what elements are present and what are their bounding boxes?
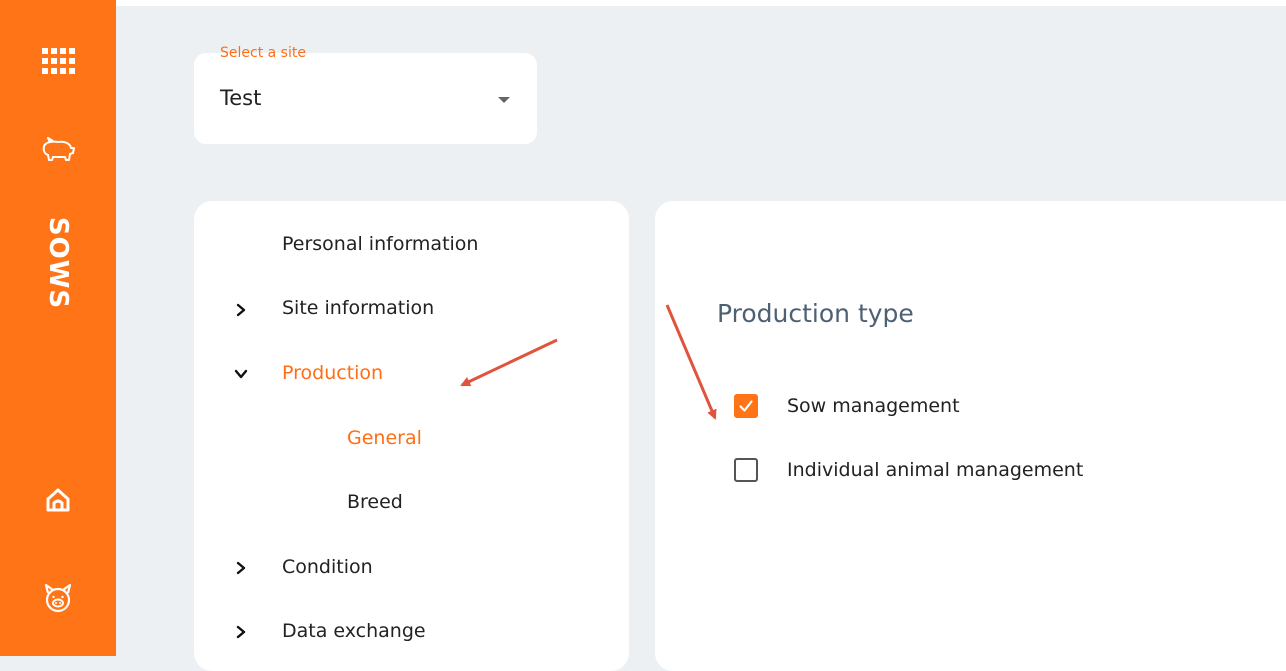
pig-outline-icon[interactable] — [40, 136, 76, 168]
site-select-label: Select a site — [220, 45, 306, 61]
chevron-right-icon[interactable] — [234, 561, 248, 575]
checkbox-checked-icon[interactable] — [734, 394, 758, 418]
home-icon[interactable] — [45, 487, 71, 513]
checkbox-individual-animal-management[interactable]: Individual animal management — [734, 458, 1083, 482]
nav-item-data-exchange[interactable]: Data exchange — [282, 620, 426, 642]
chevron-down-icon[interactable] — [234, 367, 248, 381]
brand-name: SOWS — [43, 216, 73, 310]
chevron-down-icon[interactable] — [498, 97, 510, 103]
app-sidebar: SOWS — [0, 0, 116, 656]
section-title: Production type — [717, 299, 914, 328]
nav-subitem-general[interactable]: General — [347, 427, 422, 449]
site-select[interactable]: Select a site Test — [194, 45, 537, 144]
checkbox-label: Sow management — [787, 395, 960, 417]
nav-item-condition[interactable]: Condition — [282, 556, 373, 578]
checkbox-label: Individual animal management — [787, 459, 1084, 481]
chevron-right-icon[interactable] — [234, 625, 248, 639]
pig-face-icon[interactable] — [42, 582, 74, 614]
nav-subitem-breed[interactable]: Breed — [347, 491, 403, 513]
chevron-right-icon[interactable] — [234, 303, 248, 317]
settings-nav-panel: Personal information Site information Pr… — [194, 201, 629, 671]
site-select-value: Test — [220, 86, 262, 110]
top-bar — [116, 0, 1286, 6]
nav-item-production[interactable]: Production — [282, 362, 383, 384]
content-panel: Production type Sow management Individua… — [655, 201, 1286, 671]
nav-item-site-information[interactable]: Site information — [282, 297, 434, 319]
apps-grid-icon[interactable] — [40, 48, 76, 76]
checkbox-unchecked-icon[interactable] — [734, 458, 758, 482]
checkbox-sow-management[interactable]: Sow management — [734, 394, 960, 418]
nav-item-personal-information[interactable]: Personal information — [282, 233, 478, 255]
